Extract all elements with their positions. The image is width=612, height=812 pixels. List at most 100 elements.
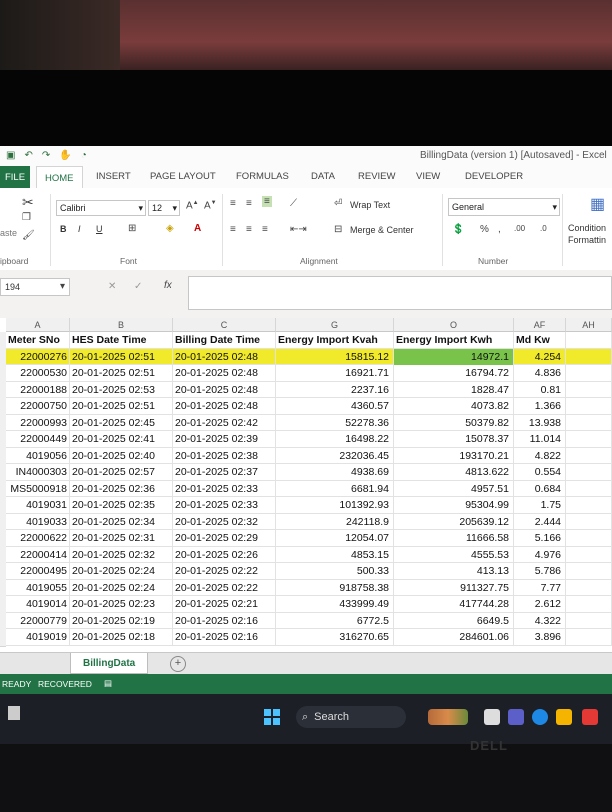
chevron-down-icon[interactable]: ▾: [60, 281, 65, 292]
increase-decimal-icon[interactable]: .00: [514, 224, 525, 233]
column-header-c[interactable]: C: [173, 318, 276, 332]
cell-empty[interactable]: [566, 398, 612, 414]
cell-billing-date-time[interactable]: 20-01-2025 02:48: [173, 398, 276, 414]
row-header[interactable]: [0, 563, 6, 581]
underline-button[interactable]: U: [96, 224, 103, 234]
tab-review[interactable]: REVIEW: [358, 171, 395, 182]
cell-energy-import-kvah[interactable]: 232036.45: [276, 447, 394, 464]
cell-empty[interactable]: [566, 431, 612, 447]
cell-energy-import-kvah[interactable]: 4360.57: [276, 398, 394, 414]
cell-billing-date-time[interactable]: 20-01-2025 02:37: [173, 464, 276, 480]
tab-view[interactable]: VIEW: [416, 171, 440, 182]
cell-hes-date-time[interactable]: 20-01-2025 02:24: [70, 563, 173, 579]
cell-energy-import-kvah[interactable]: 101392.93: [276, 497, 394, 513]
cell-empty[interactable]: [566, 546, 612, 563]
cell-empty[interactable]: [566, 563, 612, 579]
font-size-select[interactable]: 12 ▾: [148, 200, 180, 216]
row-header[interactable]: [0, 530, 6, 548]
cell-md-kw[interactable]: 13.938: [514, 414, 566, 431]
cell-energy-import-kwh[interactable]: 4813.622: [394, 464, 514, 480]
cell-md-kw[interactable]: 2.444: [514, 513, 566, 530]
edge-icon[interactable]: [532, 709, 548, 725]
row-header[interactable]: [0, 348, 6, 366]
cell-meter-sno[interactable]: 4019014: [6, 596, 70, 612]
font-name-select[interactable]: Calibri ▾: [56, 200, 146, 216]
cell-energy-import-kwh[interactable]: 16794.72: [394, 365, 514, 381]
cell-md-kw[interactable]: 4.322: [514, 612, 566, 629]
cell-hes-date-time[interactable]: 20-01-2025 02:53: [70, 381, 173, 398]
cell-energy-import-kvah[interactable]: 4938.69: [276, 464, 394, 480]
cell-md-kw[interactable]: 11.014: [514, 431, 566, 447]
formula-input[interactable]: [188, 276, 612, 310]
cell-meter-sno[interactable]: 22000622: [6, 530, 70, 546]
undo-icon[interactable]: ↶: [24, 150, 32, 161]
row-header[interactable]: [0, 431, 6, 449]
cell-energy-import-kvah[interactable]: 16498.22: [276, 431, 394, 447]
cell-energy-import-kvah[interactable]: 433999.49: [276, 596, 394, 612]
cell-hes-date-time[interactable]: 20-01-2025 02:19: [70, 612, 173, 629]
grow-font-icon[interactable]: A▲: [186, 200, 199, 211]
cell-meter-sno[interactable]: 22000993: [6, 414, 70, 431]
header-cell-energy-import-kwh[interactable]: Energy Import Kwh: [394, 332, 514, 348]
cell-hes-date-time[interactable]: 20-01-2025 02:31: [70, 530, 173, 546]
row-header[interactable]: [0, 513, 6, 531]
cell-hes-date-time[interactable]: 20-01-2025 02:24: [70, 579, 173, 596]
cell-empty[interactable]: [566, 497, 612, 513]
cell-empty[interactable]: [566, 513, 612, 530]
cell-billing-date-time[interactable]: 20-01-2025 02:26: [173, 546, 276, 563]
cell-hes-date-time[interactable]: 20-01-2025 02:51: [70, 398, 173, 414]
cell-meter-sno[interactable]: 22000750: [6, 398, 70, 414]
column-header-a[interactable]: A: [6, 318, 70, 332]
column-header-o[interactable]: O: [394, 318, 514, 332]
header-cell-billing-date-time[interactable]: Billing Date Time: [173, 332, 276, 348]
windows-start-icon[interactable]: [264, 709, 280, 725]
cell-hes-date-time[interactable]: 20-01-2025 02:36: [70, 480, 173, 497]
cell-energy-import-kwh[interactable]: 284601.06: [394, 629, 514, 645]
decrease-decimal-icon[interactable]: .0: [540, 224, 547, 233]
cell-hes-date-time[interactable]: 20-01-2025 02:34: [70, 513, 173, 530]
cell-energy-import-kvah[interactable]: 242118.9: [276, 513, 394, 530]
redo-icon[interactable]: ↷: [42, 150, 50, 161]
conditional-formatting-button[interactable]: Condition Formattin: [568, 222, 606, 246]
sheet-tab-billingdata[interactable]: BillingData: [70, 653, 149, 674]
store-icon[interactable]: [582, 709, 598, 725]
row-header[interactable]: [0, 497, 6, 515]
cell-energy-import-kvah[interactable]: 52278.36: [276, 414, 394, 431]
column-header-g[interactable]: G: [276, 318, 394, 332]
cell-empty[interactable]: [566, 414, 612, 431]
cell-billing-date-time[interactable]: 20-01-2025 02:38: [173, 447, 276, 464]
cell-hes-date-time[interactable]: 20-01-2025 02:41: [70, 431, 173, 447]
cell-empty[interactable]: [566, 348, 612, 365]
cell-hes-date-time[interactable]: 20-01-2025 02:40: [70, 447, 173, 464]
cell-meter-sno[interactable]: 22000276: [6, 348, 70, 365]
cell-hes-date-time[interactable]: 20-01-2025 02:45: [70, 414, 173, 431]
align-center-icon[interactable]: ≡: [246, 224, 252, 235]
cell-billing-date-time[interactable]: 20-01-2025 02:33: [173, 480, 276, 497]
cell-energy-import-kwh[interactable]: 15078.37: [394, 431, 514, 447]
cell-meter-sno[interactable]: 22000414: [6, 546, 70, 563]
cell-energy-import-kvah[interactable]: 15815.12: [276, 348, 394, 365]
cell-md-kw[interactable]: 1.366: [514, 398, 566, 414]
tab-formulas[interactable]: FORMULAS: [236, 171, 289, 182]
widgets-icon[interactable]: [8, 706, 20, 720]
save-icon[interactable]: ▣: [6, 150, 15, 161]
touch-mode-icon[interactable]: ✋: [59, 150, 71, 161]
cell-billing-date-time[interactable]: 20-01-2025 02:39: [173, 431, 276, 447]
italic-button[interactable]: I: [78, 224, 81, 234]
row-header[interactable]: [0, 579, 6, 597]
cell-energy-import-kwh[interactable]: 911327.75: [394, 579, 514, 596]
cell-billing-date-time[interactable]: 20-01-2025 02:48: [173, 348, 276, 365]
cell-empty[interactable]: [566, 530, 612, 546]
cell-billing-date-time[interactable]: 20-01-2025 02:16: [173, 612, 276, 629]
align-right-icon[interactable]: ≡: [262, 224, 268, 235]
task-view-icon[interactable]: [484, 709, 500, 725]
cell-meter-sno[interactable]: 22000449: [6, 431, 70, 447]
cell-meter-sno[interactable]: 22000188: [6, 381, 70, 398]
cell-energy-import-kwh[interactable]: 1828.47: [394, 381, 514, 398]
cell-energy-import-kwh[interactable]: 4957.51: [394, 480, 514, 497]
format-painter-icon[interactable]: 🖌: [22, 230, 35, 241]
cell-energy-import-kwh[interactable]: 95304.99: [394, 497, 514, 513]
cell-billing-date-time[interactable]: 20-01-2025 02:42: [173, 414, 276, 431]
customize-qat-icon[interactable]: ◔: [81, 150, 87, 161]
bold-button[interactable]: B: [60, 224, 67, 234]
